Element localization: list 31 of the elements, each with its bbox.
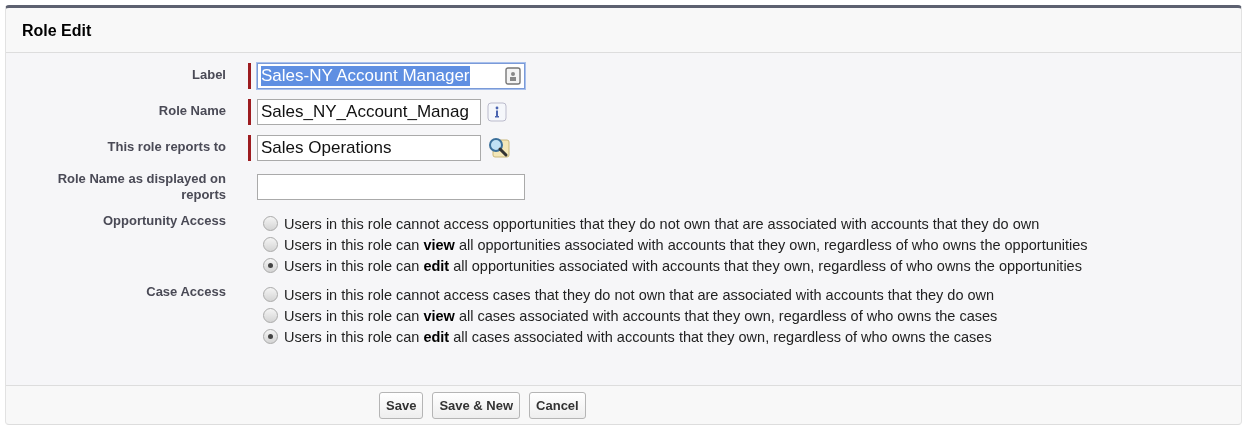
radio-button[interactable] <box>263 216 278 231</box>
option-label: Users in this role cannot access cases that they do not own that are associated with accounts that they do own <box>284 286 995 303</box>
field-label: Role Name as displayed on reports <box>56 171 226 203</box>
field-value: Sales-NY Account Manager <box>261 66 470 86</box>
form-button[interactable]: Cancel <box>529 392 586 419</box>
radio-button[interactable] <box>263 237 278 252</box>
field-value: Sales_NY_Account_Manag <box>261 102 470 122</box>
input-field[interactable]: Sales Operations <box>257 135 481 161</box>
panel-title: Role Edit <box>22 22 93 40</box>
option-label: Users in this role can edit all cases associated with accounts that they own, regardless of who owns the cases <box>284 328 992 345</box>
field-label: This role reports to <box>106 138 226 156</box>
option-label: Users in this role can edit all opportunities associated with accounts that they own, regardless of who owns the opportunities <box>284 257 1082 274</box>
info-icon[interactable] <box>487 102 507 122</box>
radio-button[interactable] <box>263 287 278 302</box>
input-field[interactable] <box>257 174 525 200</box>
field-label: Label <box>191 66 226 84</box>
field-label: Role Name <box>157 102 226 120</box>
option-label: Users in this role can view all cases associated with accounts that they own, regardless of who owns the cases <box>284 307 998 324</box>
form-button[interactable]: Save & New <box>432 392 521 419</box>
form-button[interactable]: Save <box>379 392 424 419</box>
group-label: Case Access <box>145 284 226 301</box>
contact-card-icon[interactable] <box>505 67 521 85</box>
radio-button[interactable] <box>263 308 278 323</box>
radio-button[interactable] <box>263 329 278 344</box>
option-label: Users in this role can view all opportunities associated with accounts that they own, regardless of who owns the opportunities <box>284 236 1088 253</box>
input-field[interactable]: Sales_NY_Account_Manag <box>257 99 481 125</box>
field-value: Sales Operations <box>261 138 393 158</box>
radio-button[interactable] <box>263 258 278 273</box>
option-label: Users in this role cannot access opportunities that they do not own that are associated with accounts that they do own <box>284 215 1040 232</box>
group-label: Opportunity Access <box>101 213 226 230</box>
search-icon[interactable] <box>487 137 511 159</box>
